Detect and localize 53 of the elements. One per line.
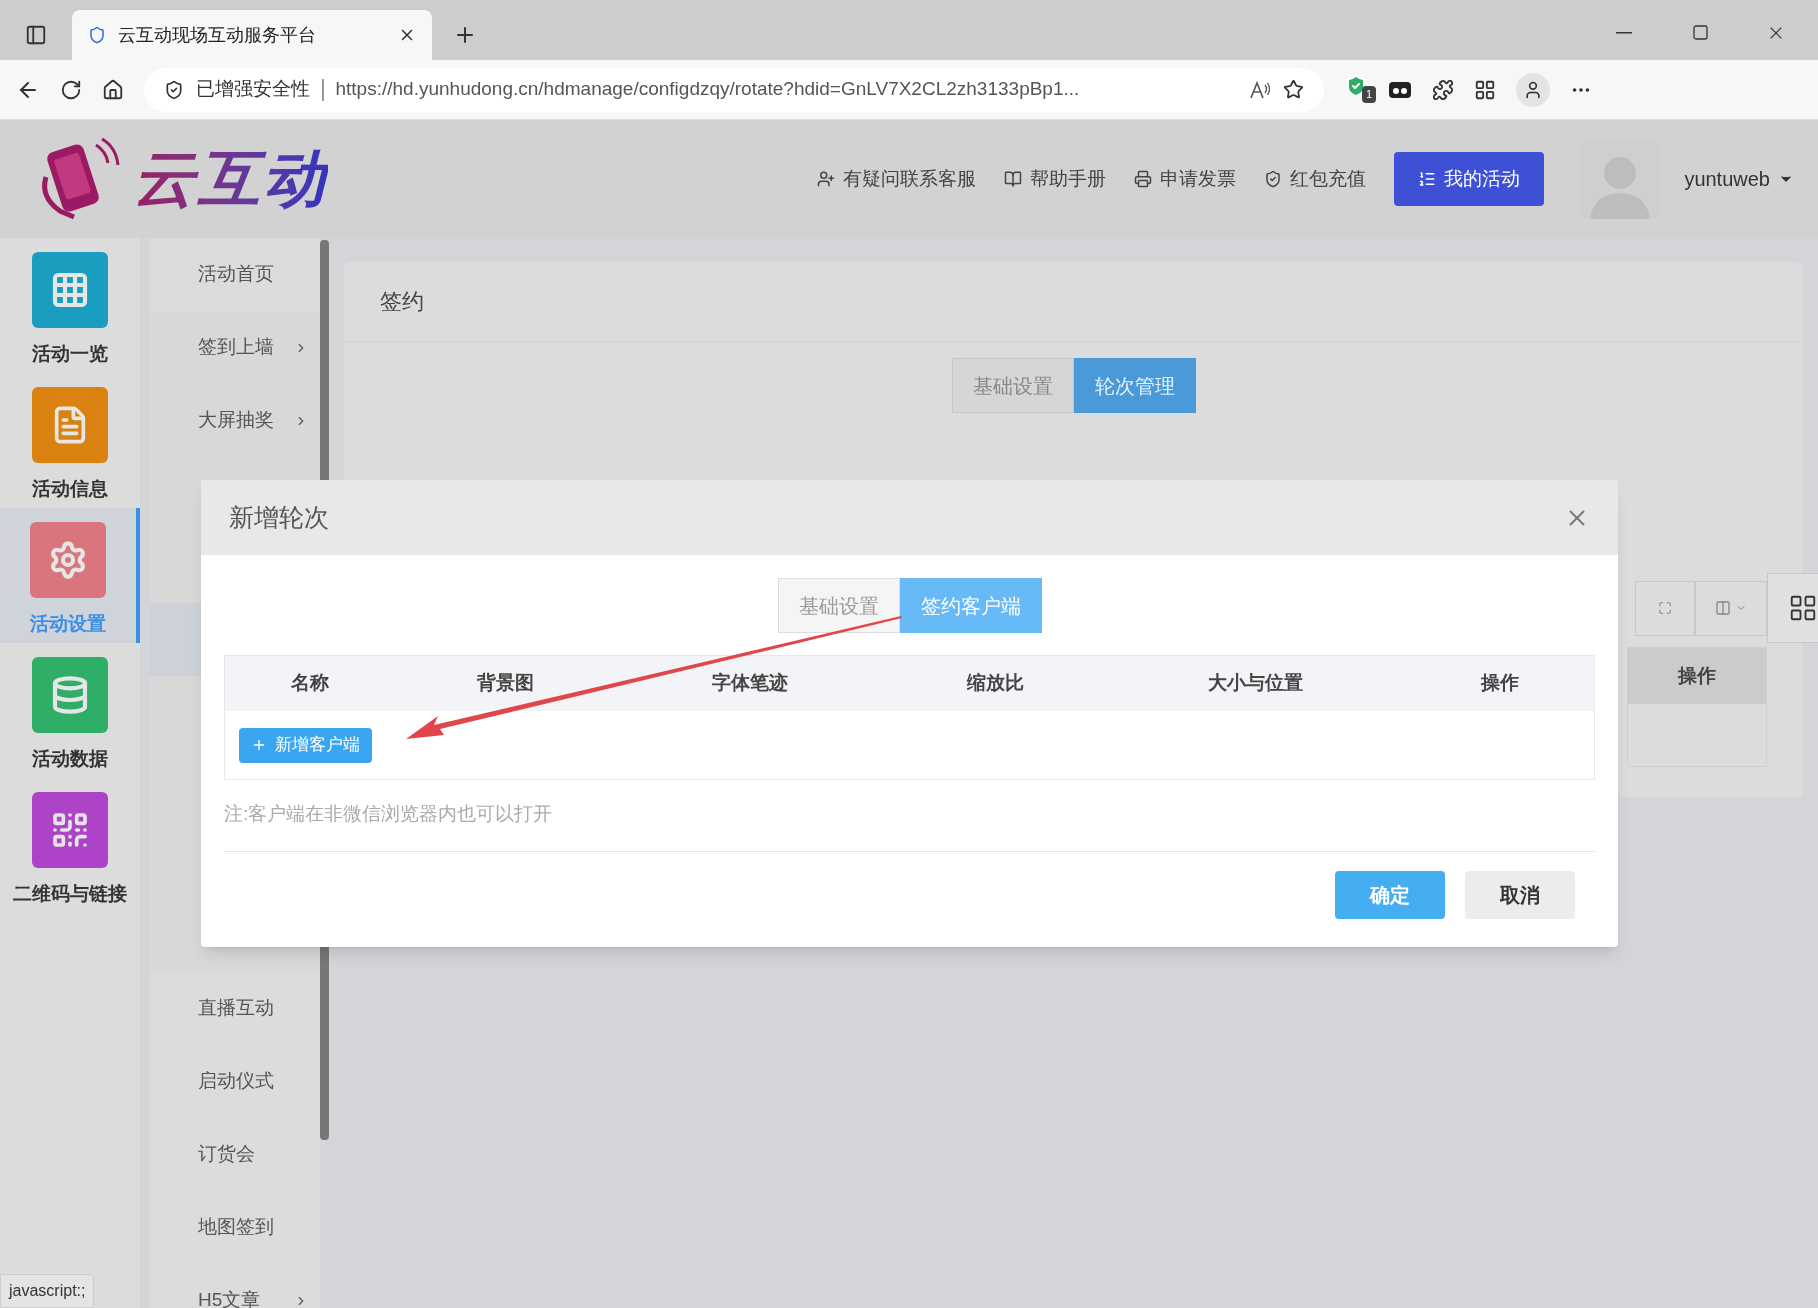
column-header: 背景图 <box>475 671 535 696</box>
column-header: 操作 <box>1479 671 1520 696</box>
sidebar-item[interactable]: 活动数据 <box>0 643 140 778</box>
cancel-button[interactable]: 取消 <box>1465 870 1575 919</box>
printer-icon <box>1134 170 1153 188</box>
sidebar-item[interactable]: 活动一览 <box>0 238 140 373</box>
extension-badge: 1 <box>1361 86 1376 103</box>
submenu-item[interactable]: 启动仪式 <box>150 1045 320 1118</box>
extension-icon[interactable] <box>1388 79 1412 100</box>
read-aloud-icon[interactable] <box>1249 79 1271 100</box>
url-text: https://hd.yunhudong.cn/hdmanage/configdzqy/rotate?hdid=GnLV7X2CL2zh3133pBp1... <box>335 77 1081 102</box>
browser-tab[interactable]: 云互动现场互动服务平台 <box>72 10 432 60</box>
column-header: 缩放比 <box>965 671 1025 696</box>
plus-icon <box>251 737 267 753</box>
submenu-item[interactable]: 签到上墙 <box>150 311 320 384</box>
submenu-item[interactable]: 活动首页 <box>150 238 320 311</box>
shield-icon <box>164 79 184 100</box>
header-link[interactable]: 红包充值 <box>1264 164 1367 194</box>
note-text: 注:客户端在非微信浏览器内也可以打开 <box>224 802 554 826</box>
card-view-icon[interactable] <box>1767 573 1818 643</box>
table-header-cell: 操作 <box>1628 648 1766 704</box>
my-activity-button[interactable]: 我的活动 <box>1394 152 1545 206</box>
dialog-title: 新增轮次 <box>229 501 330 533</box>
security-label: 已增强安全性 <box>196 77 310 102</box>
column-header: 名称 <box>290 671 330 696</box>
profile-icon[interactable] <box>1516 72 1550 107</box>
home-icon[interactable] <box>102 78 124 101</box>
username-dropdown[interactable]: yuntuweb <box>1684 164 1794 194</box>
header-link[interactable]: 帮助手册 <box>1004 164 1107 194</box>
puzzle-icon[interactable] <box>1432 78 1454 101</box>
address-bar[interactable]: 已增强安全性 https://hd.yunhudong.cn/hdmanage/configdzqy/rotate?hdid=GnLV7X2CL2zh3133pBp1... <box>144 67 1324 112</box>
collections-icon[interactable] <box>1474 78 1496 101</box>
column-header: 字体笔迹 <box>711 671 789 696</box>
shield-extension-icon[interactable] <box>1344 74 1368 98</box>
user-plus-icon <box>817 170 836 188</box>
column-header: 大小与位置 <box>1206 671 1304 696</box>
header-link[interactable]: 有疑问联系客服 <box>817 164 977 194</box>
page-title: 签约 <box>344 262 1803 342</box>
status-bar: javascript:; <box>0 1274 95 1308</box>
book-icon <box>1004 170 1023 188</box>
submenu-item[interactable]: 大屏抽奖 <box>150 384 320 457</box>
list-icon <box>1418 170 1437 188</box>
submenu-item[interactable]: 地图签到 <box>150 1191 320 1264</box>
reload-icon[interactable] <box>60 78 82 101</box>
sidebar-item[interactable]: 活动信息 <box>0 373 140 508</box>
favorite-icon[interactable] <box>1283 79 1304 100</box>
submenu-item[interactable]: 直播互动 <box>150 972 320 1045</box>
tab-favicon-icon <box>88 26 106 44</box>
submenu-item[interactable]: H5文章 <box>150 1264 320 1308</box>
header-link[interactable]: 申请发票 <box>1134 164 1237 194</box>
shield-check-icon <box>1264 170 1283 188</box>
sidebar-item[interactable]: 二维码与链接 <box>0 778 140 913</box>
submenu-item[interactable]: 订货会 <box>150 1118 320 1191</box>
